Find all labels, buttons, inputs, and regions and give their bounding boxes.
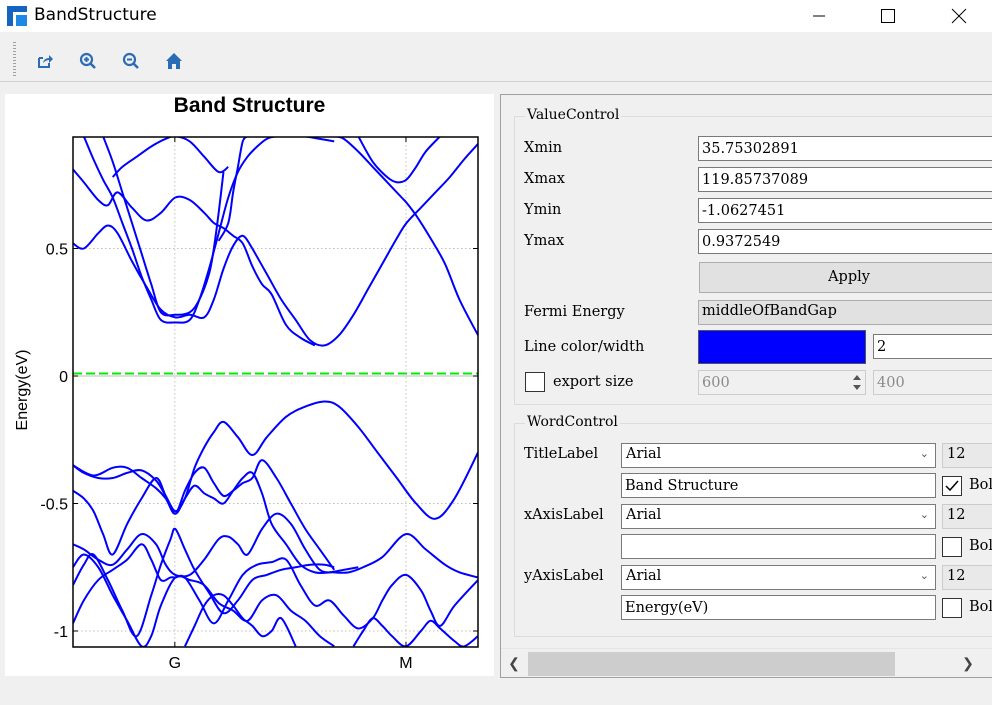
toolbar [0, 38, 992, 82]
chevron-down-icon: ⌄ [919, 447, 929, 460]
xmin-label: Xmin [524, 140, 563, 156]
ymin-input[interactable] [698, 198, 992, 223]
x-tick-label: M [399, 655, 412, 672]
band-line-band-c5 [102, 137, 225, 317]
x-axis-size-spinbox[interactable]: 12 [942, 504, 992, 529]
y-axis-font-select[interactable]: Arial ⌄ [621, 565, 936, 590]
app-icon [7, 6, 27, 26]
scroll-left-icon[interactable]: ❮ [504, 653, 524, 673]
band-line-band-c6 [111, 137, 229, 178]
close-icon [951, 8, 967, 24]
band-line-band-c1 [73, 224, 254, 320]
band-line-band-c9 [357, 137, 441, 184]
xmax-input[interactable] [698, 167, 992, 192]
band-line-band-v1 [73, 400, 478, 520]
line-color-width-label: Line color/width [524, 339, 645, 355]
minimize-icon [813, 15, 825, 17]
window-title: BandStructure [34, 5, 157, 25]
ymax-label: Ymax [524, 233, 565, 249]
y-tick-label: 0.5 [46, 242, 68, 259]
xmax-label: Xmax [524, 171, 565, 187]
x-axis-font-value: Arial [626, 507, 662, 523]
export-size-label: export size [553, 374, 634, 390]
y-axis-bold-label: Bold [969, 599, 992, 615]
checkmark-icon [945, 480, 959, 492]
x-tick-label: G [169, 655, 181, 672]
band-line-band-c2 [251, 143, 478, 347]
chart-panel: Band Structure -1 -0.5 0 0.5 G M Energy(eV) [5, 94, 494, 676]
title-bold-label: Bold [969, 477, 992, 493]
fermi-energy-label: Fermi Energy [524, 304, 625, 320]
xmin-input[interactable] [698, 136, 992, 161]
band-line-band-v6 [73, 543, 478, 630]
ymax-input[interactable] [698, 229, 992, 254]
scrollbar-thumb[interactable] [528, 652, 895, 676]
title-bold-checkbox[interactable] [942, 476, 962, 496]
scroll-right-icon[interactable]: ❯ [958, 653, 978, 673]
ymin-label: Ymin [524, 202, 562, 218]
band-structure-chart[interactable]: -1 -0.5 0 0.5 G M Energy(eV) [5, 94, 494, 676]
plot-frame [72, 136, 479, 648]
home-button[interactable] [163, 50, 185, 72]
export-height-spinbox[interactable] [873, 370, 992, 395]
apply-button[interactable]: Apply [699, 262, 992, 293]
word-control-title: WordControl [525, 414, 620, 430]
band-line-band-v9 [352, 617, 478, 647]
home-icon [166, 53, 182, 69]
value-control-title: ValueControl [525, 107, 622, 123]
export-size-checkbox[interactable] [525, 372, 545, 392]
band-line-band-v2 [73, 459, 336, 571]
zoom-in-button[interactable] [77, 50, 99, 72]
zoom-out-button[interactable] [120, 50, 142, 72]
band-line-band-c3 [73, 168, 316, 347]
spin-arrows-icon[interactable] [850, 372, 864, 393]
title-label-label: TitleLabel [524, 446, 599, 462]
y-axis-label: Energy(eV) [14, 350, 31, 431]
line-color-swatch[interactable] [698, 330, 866, 364]
export-button[interactable] [34, 50, 56, 72]
minimize-button[interactable] [796, 0, 842, 32]
x-axis-bold-label: Bold [969, 538, 992, 554]
control-panel: ValueControl Xmin Xmax Ymin Ymax Apply F… [500, 94, 992, 678]
title-font-value: Arial [626, 446, 662, 462]
band-line-band-v4 [73, 512, 478, 579]
title-size-spinbox[interactable]: 12 [942, 443, 992, 468]
x-axis-bold-checkbox[interactable] [942, 537, 962, 557]
zoom-out-icon [122, 52, 139, 69]
zoom-in-icon [79, 52, 96, 69]
y-axis-size-spinbox[interactable]: 12 [942, 565, 992, 590]
y-tick-label: -1 [54, 624, 68, 641]
close-button[interactable] [936, 0, 982, 32]
band-line-band-v8 [184, 593, 297, 647]
maximize-icon [881, 9, 895, 23]
maximize-button[interactable] [865, 0, 911, 32]
chevron-down-icon: ⌄ [919, 569, 929, 582]
fermi-energy-select[interactable]: middleOfBandGap [698, 300, 992, 325]
y-axis-bold-checkbox[interactable] [942, 598, 962, 618]
title-font-select[interactable]: Arial ⌄ [621, 443, 936, 468]
y-axis-font-value: Arial [626, 568, 662, 584]
band-line-band-c7 [217, 137, 249, 242]
x-axis-font-select[interactable]: Arial ⌄ [621, 504, 936, 529]
export-width-spinbox[interactable] [698, 370, 866, 395]
y-tick-label: -0.5 [40, 497, 68, 514]
title-bar: BandStructure [0, 0, 992, 32]
band-line-band-v5 [73, 527, 335, 638]
toolbar-grip[interactable] [13, 42, 16, 78]
horizontal-scrollbar[interactable]: ❮ ❯ [501, 648, 992, 676]
y-tick-label: 0 [59, 369, 68, 386]
x-axis-text-input[interactable] [621, 534, 936, 559]
title-text-input[interactable] [621, 473, 936, 498]
x-axis-label-label: xAxisLabel [524, 507, 604, 523]
chevron-down-icon: ⌄ [919, 508, 929, 521]
export-icon [38, 55, 53, 68]
y-axis-text-input[interactable] [621, 595, 936, 620]
line-width-input[interactable] [873, 334, 992, 359]
y-axis-label-label: yAxisLabel [524, 568, 604, 584]
